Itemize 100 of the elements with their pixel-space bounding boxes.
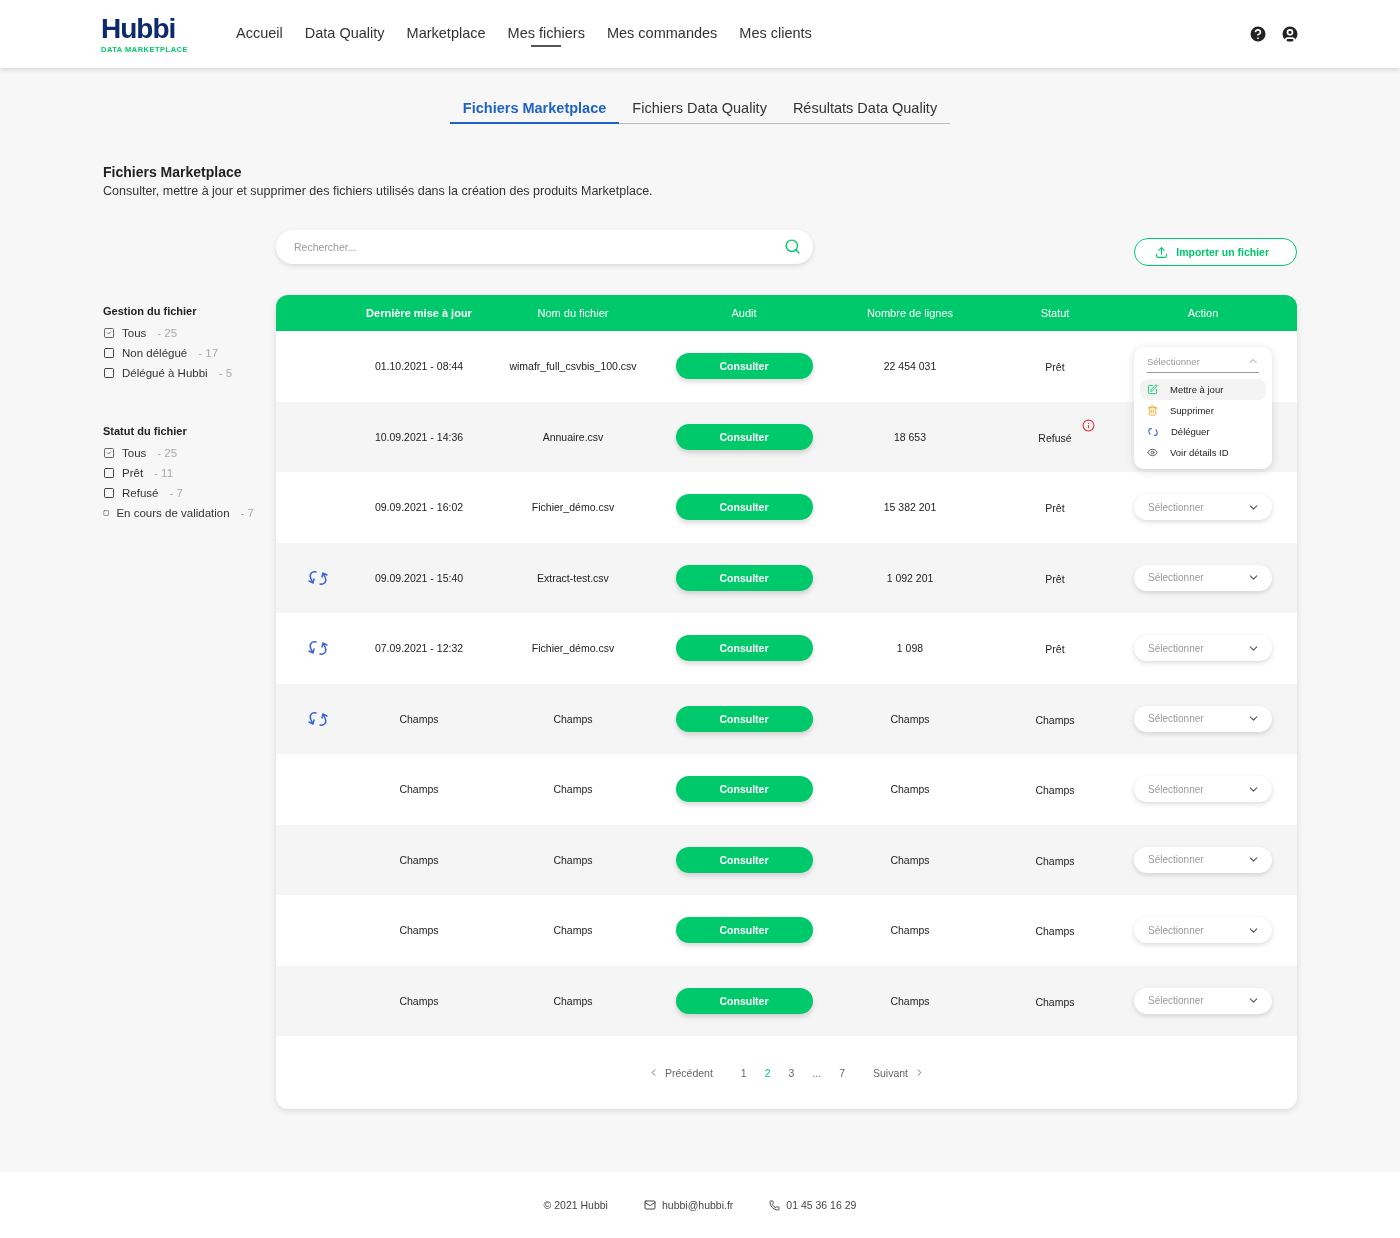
filter-count: - 25 — [157, 447, 178, 459]
table-cell: 07.09.2021 - 12:32 — [374, 642, 464, 655]
table-cell: wimafr_full_csvbis_100.csv — [509, 360, 637, 373]
phone-number: 01 45 36 16 29 — [786, 1199, 857, 1211]
select-dropdown[interactable]: Sélectionner — [1134, 846, 1272, 873]
search-icon — [784, 238, 801, 255]
tab[interactable]: Résultats Data Quality — [779, 96, 951, 124]
column-header: Nombre de lignes — [865, 307, 955, 319]
help-icon[interactable] — [1248, 24, 1268, 44]
column-header: Statut — [1039, 307, 1071, 319]
table-cell: 15 382 201 — [883, 501, 937, 514]
table-cell: 10.09.2021 - 14:36 — [374, 430, 464, 443]
table-cell: 01.10.2021 - 08:44 — [374, 360, 464, 373]
next-link[interactable]: Suivant — [873, 1066, 925, 1079]
select-dropdown[interactable]: Sélectionner — [1134, 776, 1272, 803]
filter-title: Gestion du fichier — [103, 305, 198, 317]
menu-item[interactable]: Déléguer — [1140, 421, 1266, 443]
table-cell: 22 454 031 — [883, 360, 937, 373]
table-cell: Champs — [399, 712, 439, 725]
table-cell: Champs — [890, 994, 930, 1007]
select-dropdown[interactable]: Sélectionner — [1147, 353, 1259, 374]
status-cell: Refusé — [1038, 431, 1072, 444]
table-cell: Champs — [890, 853, 930, 866]
page-link[interactable]: ... — [808, 1066, 826, 1079]
filter-count: - 11 — [154, 467, 174, 479]
filter-label: Délégué à Hubbi — [122, 367, 208, 379]
page-link[interactable]: 1 — [736, 1066, 751, 1079]
nav-link[interactable]: Accueil — [236, 19, 283, 49]
filter-label: Tous — [122, 327, 147, 339]
column-header: Audit — [730, 307, 758, 319]
filter-count: - 7 — [169, 487, 183, 499]
filter-label: Refusé — [122, 487, 159, 499]
tab[interactable]: Fichiers Marketplace — [449, 96, 620, 124]
user-icon[interactable] — [1280, 24, 1300, 44]
filter-label: Non délégué — [122, 347, 188, 359]
table-cell: Champs — [553, 994, 593, 1007]
table-cell: Champs — [399, 924, 439, 937]
select-dropdown[interactable]: Sélectionner — [1134, 564, 1272, 591]
status-cell: Champs — [1035, 784, 1075, 797]
nav-link[interactable]: Mes clients — [739, 19, 812, 49]
menu-item[interactable]: Supprimer — [1140, 400, 1266, 422]
table-cell: 09.09.2021 - 15:40 — [374, 571, 464, 584]
nav-link[interactable]: Marketplace — [406, 19, 486, 49]
checkbox-icon[interactable] — [103, 487, 115, 499]
page-link[interactable]: 7 — [835, 1066, 849, 1079]
eye-icon — [1147, 447, 1158, 459]
phone-icon — [769, 1199, 781, 1211]
status-cell: Champs — [1035, 925, 1075, 938]
menu-item[interactable]: Voir détails ID — [1140, 442, 1266, 464]
status-cell: Champs — [1035, 713, 1075, 726]
checkbox-icon[interactable] — [103, 347, 115, 359]
filter-count: - 7 — [240, 507, 254, 519]
select-dropdown[interactable]: Sélectionner — [1134, 494, 1272, 521]
checkbox-checked-icon[interactable] — [103, 327, 115, 339]
mail-icon — [643, 1199, 656, 1211]
select-dropdown[interactable]: Sélectionner — [1134, 705, 1272, 732]
tab[interactable]: Fichiers Data Quality — [619, 96, 780, 124]
table-cell: Champs — [399, 783, 439, 796]
menu-item[interactable]: Mettre à jour — [1140, 379, 1266, 401]
filter-count: - 25 — [157, 327, 178, 339]
nav-link[interactable]: Mes commandes — [606, 19, 718, 49]
filter-count: - 5 — [218, 367, 233, 379]
table-cell: Champs — [399, 853, 439, 866]
page-title: Fichiers Marketplace — [103, 164, 243, 180]
trash-icon — [1147, 405, 1158, 417]
checkbox-icon[interactable] — [103, 467, 115, 479]
column-header: Action — [1186, 307, 1220, 319]
logo[interactable]: Hubbi — [101, 14, 189, 43]
search-field[interactable]: Rechercher... — [276, 230, 813, 264]
nav-link[interactable]: Data Quality — [304, 19, 385, 49]
page-link[interactable]: 3 — [784, 1066, 799, 1079]
table-cell: Champs — [553, 853, 593, 866]
select-dropdown[interactable]: Sélectionner — [1134, 987, 1272, 1014]
table-cell: 18 653 — [893, 430, 927, 443]
filter-title: Statut du fichier — [103, 425, 188, 437]
previous-link[interactable]: Précédent — [647, 1066, 713, 1079]
email-link[interactable]: hubbi@hubbi.fr — [661, 1199, 734, 1211]
filter-count: - 17 — [198, 347, 219, 359]
sync-icon — [1147, 426, 1159, 437]
status-cell: Prêt — [1045, 502, 1065, 515]
table-cell: Fichier_démo.csv — [531, 501, 615, 514]
select-dropdown[interactable]: Sélectionner — [1134, 917, 1272, 944]
filter-label: Prêt — [122, 467, 144, 479]
checkbox-checked-icon[interactable] — [103, 447, 115, 459]
table-cell: Champs — [553, 924, 593, 937]
status-cell: Prêt — [1045, 572, 1065, 585]
edit-icon — [1147, 384, 1158, 396]
table-cell: Fichier_démo.csv — [531, 642, 615, 655]
checkbox-icon[interactable] — [103, 367, 115, 379]
table-cell: Champs — [553, 712, 593, 725]
copyright-text: © 2021 Hubbi — [543, 1199, 608, 1211]
page-description: Consulter, mettre à jour et supprimer des fichiers utilisés dans la création des produits Marketplace. — [103, 184, 654, 198]
filter-label: Tous — [122, 447, 147, 459]
checkbox-icon[interactable] — [103, 507, 110, 519]
select-dropdown[interactable]: Sélectionner — [1134, 635, 1272, 662]
column-header: Dernière mise à jour — [365, 307, 473, 319]
status-cell: Prêt — [1045, 643, 1065, 656]
table-cell: Champs — [890, 712, 930, 725]
column-header: Nom du fichier — [536, 307, 610, 319]
upload-icon — [1155, 245, 1169, 259]
